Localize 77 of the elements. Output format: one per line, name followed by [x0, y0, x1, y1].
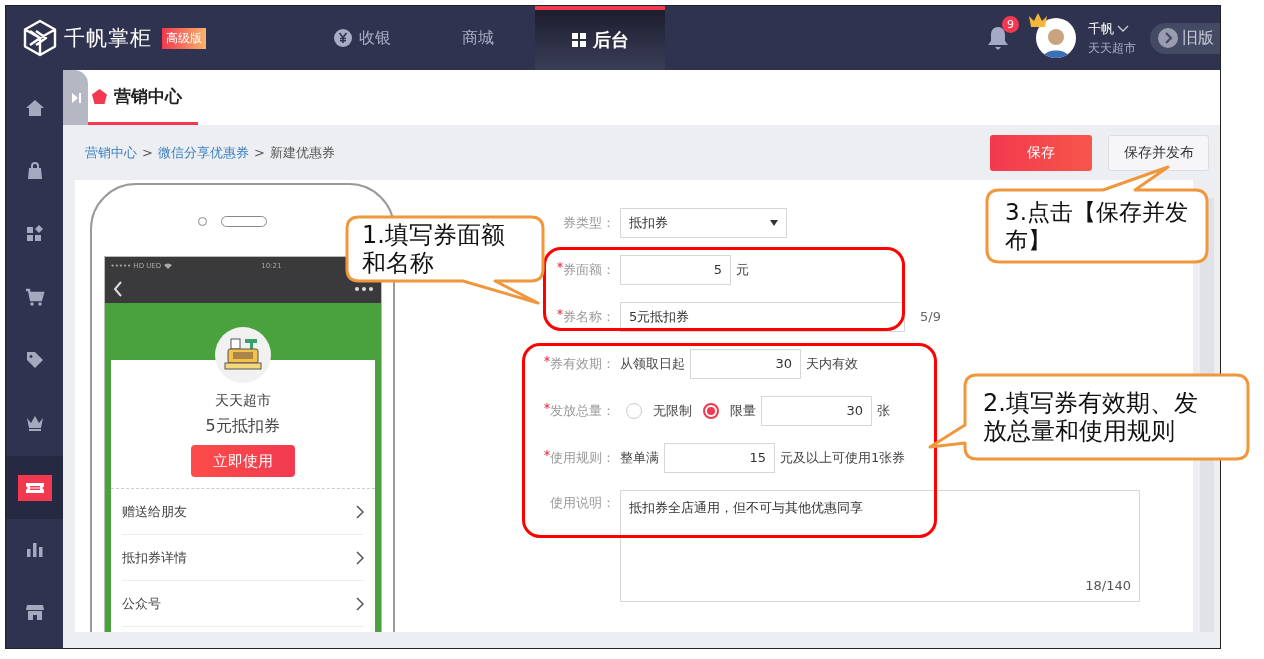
chevron-right-icon [1158, 28, 1178, 48]
field-prefix: 从领取日起 [620, 354, 685, 373]
callout-text: 2.填写券有效期、发放总量和使用规则 [983, 389, 1199, 445]
field-prefix: 整单满 [620, 448, 659, 467]
caret-icon [770, 219, 778, 226]
breadcrumb-separator: > [253, 145, 265, 160]
number-field[interactable]: 30 [690, 348, 801, 379]
logo-text: 千帆掌柜 [64, 25, 152, 52]
menu-item[interactable]: 公众号 [121, 594, 161, 613]
number-field[interactable]: 15 [664, 442, 775, 473]
char-counter: 18/140 [1085, 578, 1131, 593]
page-tab[interactable]: 营销中心 [88, 70, 198, 125]
sidebar-item[interactable] [6, 456, 63, 519]
breadcrumb-separator: > [142, 145, 153, 160]
yen-icon [334, 29, 352, 47]
field-label: 券面额： [563, 260, 615, 279]
chevron-right-icon [355, 596, 364, 611]
required-icon [544, 449, 550, 456]
chevron-right-icon [355, 504, 364, 519]
field-label: 发放总量： [550, 401, 615, 420]
nav-tab[interactable]: 后台 [535, 6, 665, 70]
back-icon[interactable] [112, 281, 123, 297]
crown-icon [1028, 12, 1048, 28]
number-field[interactable]: 30 [761, 395, 872, 426]
tag-icon [24, 349, 45, 370]
field-suffix: 元及以上可使用1张券 [780, 448, 906, 467]
type-select[interactable]: 抵扣券 [620, 207, 787, 238]
grid-icon [571, 33, 586, 47]
required-icon [557, 261, 563, 268]
breadcrumb-link[interactable]: 微信分享优惠券 [157, 143, 249, 162]
save-button[interactable]: 保存 [990, 134, 1092, 171]
radio-label: 限量 [730, 401, 756, 420]
collapse-icon [69, 91, 82, 104]
field-suffix: 元 [736, 260, 749, 279]
required-icon [544, 355, 550, 362]
store-name: 天天超市 [1088, 39, 1136, 57]
breadcrumb-link[interactable]: 营销中心 [85, 143, 137, 162]
description-field[interactable]: 抵扣券全店通用，但不可与其他优惠同享 18/140 [620, 490, 1140, 602]
user-avatar[interactable] [1036, 18, 1076, 58]
notification-badge: 9 [1002, 16, 1019, 33]
number-field[interactable]: 5 [620, 254, 731, 285]
field-label: 使用规则： [550, 448, 615, 467]
breadcrumb-current: 新建优惠券 [269, 143, 335, 162]
callout-text: 1.填写券面额和名称 [362, 221, 506, 277]
radio-button[interactable] [703, 402, 719, 419]
use-now-button[interactable]: 立即使用 [190, 445, 295, 477]
edition-badge: 高级版 [162, 27, 206, 49]
field-label: 使用说明： [550, 494, 615, 512]
menu-item[interactable]: 赠送给朋友 [121, 502, 187, 521]
more-icon[interactable] [354, 287, 373, 291]
nav-tab[interactable]: 商城 [420, 6, 535, 70]
user-name[interactable]: 千帆 [1088, 19, 1114, 38]
home-icon [24, 97, 45, 118]
chevron-down-icon [1117, 24, 1129, 33]
field-label: 券类型： [563, 213, 615, 232]
input-field[interactable]: 5元抵扣券 [620, 301, 905, 332]
save-publish-button[interactable]: 保存并发布 [1108, 134, 1209, 171]
cart-icon [24, 286, 45, 307]
callout-text: 3.点击【保存并发布】 [1005, 198, 1189, 254]
char-counter: 5/9 [920, 309, 941, 324]
pentagon-icon [92, 88, 107, 104]
nav-tab[interactable]: 收银 [305, 6, 420, 70]
required-icon [557, 308, 563, 315]
field-label: 券有效期： [550, 354, 615, 373]
old-version-button[interactable]: 旧版 [1150, 22, 1220, 54]
field-suffix: 张 [877, 401, 890, 420]
apps-icon [24, 223, 45, 244]
coupon-title: 5元抵扣券 [205, 416, 280, 437]
store-name: 天天超市 [214, 392, 271, 410]
radio-label: 无限制 [653, 401, 692, 420]
required-icon [544, 402, 550, 409]
logo-icon [22, 19, 58, 57]
menu-item[interactable]: 抵扣券详情 [121, 548, 187, 567]
chevron-right-icon [355, 550, 364, 565]
wifi-icon [164, 263, 173, 269]
field-suffix: 天内有效 [806, 354, 858, 373]
field-label: 券名称： [563, 307, 615, 326]
